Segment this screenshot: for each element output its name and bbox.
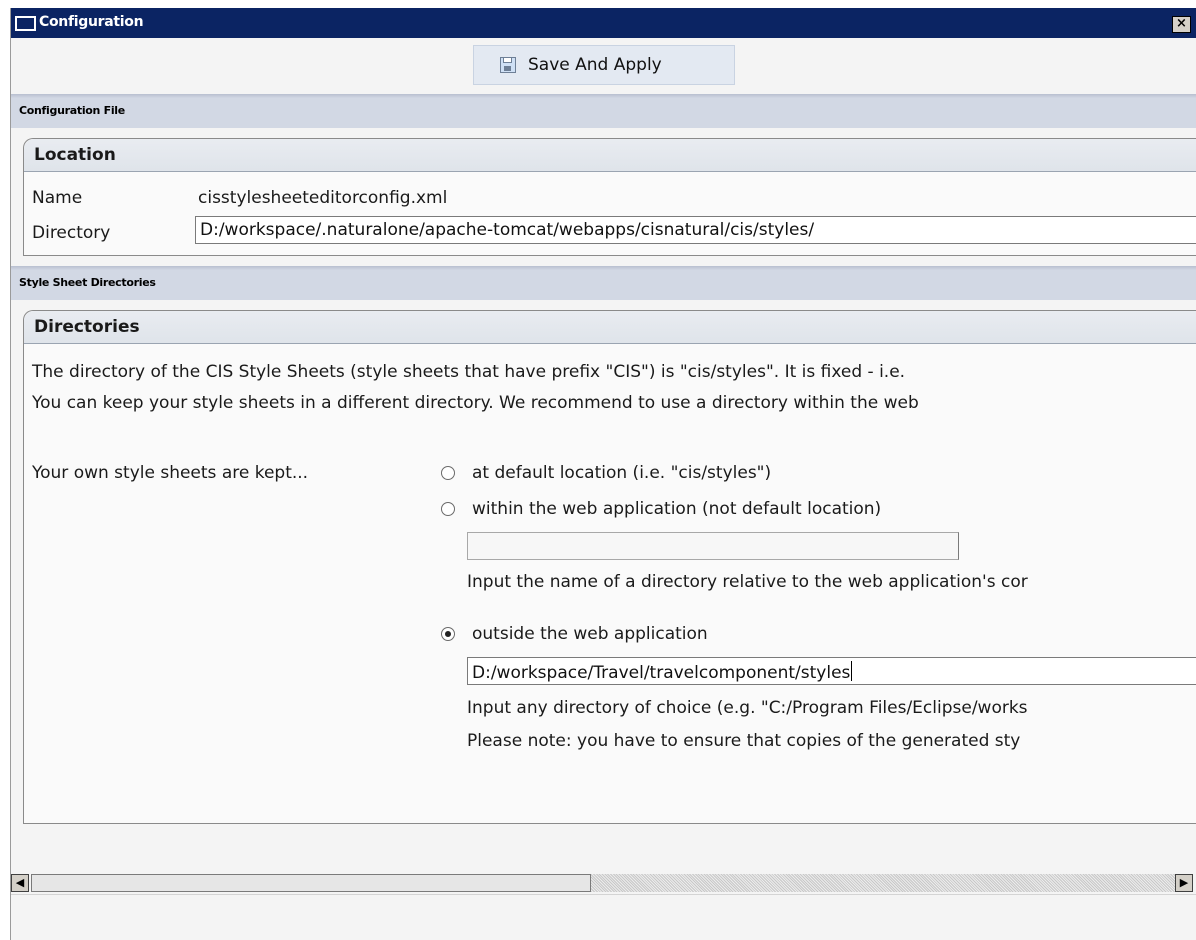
- outside-web-application-hint: Input any directory of choice (e.g. "C:/…: [467, 698, 1028, 718]
- kept-label: Your own style sheets are kept...: [32, 463, 309, 483]
- option-outside-web-application-label: outside the web application: [472, 624, 708, 644]
- description-line-1: The directory of the CIS Style Sheets (s…: [32, 362, 906, 382]
- radio-outside-web-application[interactable]: [441, 627, 455, 641]
- radio-default-location[interactable]: [441, 466, 455, 480]
- save-and-apply-label: Save And Apply: [528, 55, 662, 75]
- status-area: [11, 894, 1196, 940]
- save-and-apply-button[interactable]: Save And Apply: [473, 45, 735, 85]
- option-within-web-application-label: within the web application (not default …: [472, 499, 882, 519]
- text-cursor: [851, 661, 853, 681]
- directory-field[interactable]: D:/workspace/.naturalone/apache-tomcat/w…: [195, 216, 1196, 244]
- name-value: cisstylesheeteditorconfig.xml: [198, 188, 448, 208]
- scroll-thumb[interactable]: [31, 874, 591, 892]
- group-header: Location: [24, 139, 1196, 172]
- radio-within-web-application[interactable]: [441, 502, 455, 516]
- within-web-application-input[interactable]: [467, 532, 959, 560]
- section-title: Style Sheet Directories: [19, 276, 156, 289]
- group-title: Directories: [34, 317, 140, 337]
- toolbar: Save And Apply: [11, 38, 1196, 94]
- within-web-application-hint: Input the name of a directory relative t…: [467, 572, 1028, 592]
- scroll-left-button[interactable]: ◀: [11, 874, 29, 892]
- title-bar: Configuration ×: [11, 8, 1196, 38]
- section-title: Configuration File: [19, 104, 125, 117]
- option-default-location-label: at default location (i.e. "cis/styles"): [472, 463, 772, 483]
- close-button[interactable]: ×: [1172, 16, 1191, 33]
- description-line-2: You can keep your style sheets in a diff…: [32, 393, 919, 413]
- section-configuration-file: Configuration File: [11, 94, 1196, 128]
- outside-web-application-note: Please note: you have to ensure that cop…: [467, 731, 1021, 751]
- window-icon: [15, 16, 36, 31]
- outside-web-application-input[interactable]: D:/workspace/Travel/travelcomponent/styl…: [467, 657, 1196, 685]
- group-title: Location: [34, 145, 116, 165]
- section-style-sheet-directories: Style Sheet Directories: [11, 266, 1196, 300]
- window-title: Configuration: [39, 14, 144, 30]
- configuration-window: Configuration × Save And Apply Configura…: [10, 8, 1196, 940]
- group-header: Directories: [24, 311, 1196, 344]
- floppy-disk-icon: [500, 57, 516, 73]
- scroll-right-button[interactable]: ▶: [1175, 874, 1193, 892]
- name-label: Name: [32, 188, 83, 208]
- horizontal-scrollbar[interactable]: ◀ ▶: [11, 872, 1196, 894]
- outside-web-application-value: D:/workspace/Travel/travelcomponent/styl…: [472, 663, 851, 683]
- directory-label: Directory: [32, 223, 111, 243]
